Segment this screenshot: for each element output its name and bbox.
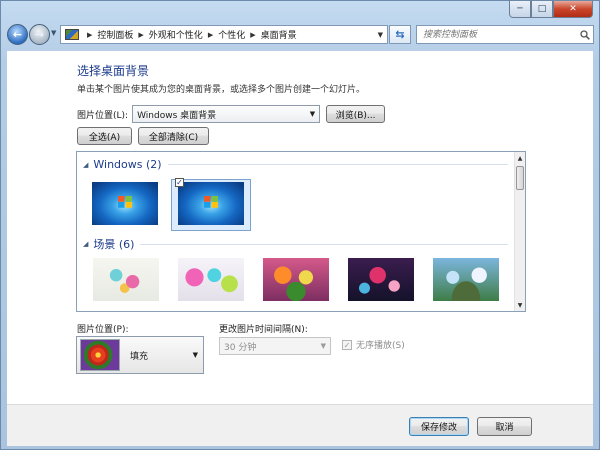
browse-button[interactable]: 浏览(B)... [326,105,386,123]
page-subtitle: 单击某个图片使其成为您的桌面背景，或选择多个图片创建一个幻灯片。 [77,85,366,95]
group-header-windows[interactable]: ◢ Windows (2) [83,158,508,171]
address-bar[interactable]: ▶ 控制面板 ▶ 外观和个性化 ▶ 个性化 ▶ 桌面背景 ▼ [60,25,388,44]
breadcrumb-personalization[interactable]: 个性化 [218,28,245,41]
chevron-down-icon: ▼ [309,110,316,118]
group-divider [140,243,508,245]
windows-logo-icon [118,196,132,208]
navigation-bar: ← → ▼ ▶ 控制面板 ▶ 外观和个性化 ▶ 个性化 ▶ 桌面背景 ▼ ⇆ [5,23,595,47]
footer-bar: 保存修改 取消 [7,404,593,446]
back-arrow-icon: ← [12,28,23,41]
picture-location-select[interactable]: Windows 桌面背景 ▼ [132,105,321,123]
wallpaper-thumbnail-windows-2[interactable] [178,182,244,225]
save-changes-button[interactable]: 保存修改 [409,417,469,436]
shuffle-option[interactable]: ✓ 无序播放(S) [342,338,405,351]
collapse-triangle-icon[interactable]: ◢ [83,240,88,248]
wallpaper-thumbnail-windows-1[interactable] [92,182,158,225]
search-input[interactable] [417,27,577,42]
breadcrumb-control-panel[interactable]: 控制面板 [97,28,133,41]
windows-logo-icon [204,196,218,208]
scrollbar-thumb[interactable] [516,166,524,190]
shuffle-checkbox[interactable]: ✓ [342,339,352,350]
recent-pages-dropdown-icon[interactable]: ▼ [51,29,56,37]
group-title-windows: Windows (2) [93,158,162,171]
breadcrumb-desktop-background[interactable]: 桌面背景 [261,28,297,41]
interval-value: 30 分钟 [224,342,257,353]
interval-select[interactable]: 30 分钟 ▼ [219,337,331,355]
chevron-down-icon: ▼ [320,342,326,350]
thumbnail-checkbox[interactable]: ✓ [175,178,184,187]
close-icon: ✕ [569,4,577,14]
select-all-button[interactable]: 全选(A) [77,127,132,145]
picture-location-label: 图片位置(L): [77,110,129,121]
caption-buttons: ─ □ ✕ [509,1,593,18]
breadcrumb-appearance[interactable]: 外观和个性化 [149,28,203,41]
chevron-down-icon[interactable]: ▼ [378,31,383,39]
refresh-button[interactable]: ⇆ [389,25,411,44]
wallpaper-thumbnail-scene-1[interactable] [93,258,159,301]
minimize-button[interactable]: ─ [509,1,531,18]
chevron-right-icon[interactable]: ▶ [250,31,255,39]
chevron-right-icon[interactable]: ▶ [87,31,92,39]
forward-button[interactable]: → [29,24,50,45]
scroll-up-icon[interactable]: ▲ [515,153,525,163]
control-panel-icon [65,29,79,40]
search-icon[interactable] [577,29,593,40]
wallpaper-thumbnail-scene-5[interactable] [433,258,499,301]
picture-location-value: Windows 桌面背景 [137,110,217,121]
minimize-icon: ─ [517,4,523,14]
chevron-right-icon[interactable]: ▶ [138,31,143,39]
content-pane: 选择桌面背景 单击某个图片使其成为您的桌面背景，或选择多个图片创建一个幻灯片。 … [7,51,593,404]
gallery-scrollbar[interactable]: ▲ ▼ [514,152,525,311]
picture-position-label: 图片位置(P): [77,325,129,335]
group-divider [167,164,508,165]
group-header-scenes[interactable]: ◢ 场景 (6) [83,236,508,252]
page-title: 选择桌面背景 [77,64,150,78]
refresh-icon: ⇆ [395,28,405,41]
window: ─ □ ✕ ← → ▼ ▶ 控制面板 ▶ 外观和个性化 ▶ 个性化 ▶ 桌面背景… [0,0,600,450]
scroll-down-icon[interactable]: ▼ [515,300,525,310]
maximize-icon: □ [537,4,547,14]
back-button[interactable]: ← [7,24,28,45]
close-button[interactable]: ✕ [553,1,593,18]
forward-arrow-icon: → [34,28,45,41]
picture-position-select[interactable]: 填充 ▼ [76,336,204,374]
interval-label: 更改图片时间间隔(N): [219,325,308,335]
search-box [416,25,594,44]
wallpaper-thumbnail-scene-3[interactable] [263,258,329,301]
chevron-right-icon[interactable]: ▶ [208,31,213,39]
cancel-button[interactable]: 取消 [477,417,532,436]
maximize-button[interactable]: □ [531,1,553,18]
chevron-down-icon: ▼ [192,351,198,359]
fill-position-icon [80,339,120,371]
collapse-triangle-icon[interactable]: ◢ [83,161,88,169]
clear-all-button[interactable]: 全部清除(C) [138,127,209,145]
wallpaper-thumbnail-scene-4[interactable] [348,258,414,301]
wallpaper-gallery: ◢ Windows (2) ✓ ◢ 场景 (6) ▲ ▼ [76,151,526,312]
picture-location-row: 图片位置(L): Windows 桌面背景 ▼ 浏览(B)... [77,105,386,123]
picture-position-value: 填充 [130,351,149,362]
wallpaper-thumbnail-scene-2[interactable] [178,258,244,301]
group-title-scenes: 场景 (6) [93,238,135,251]
shuffle-label: 无序播放(S) [356,341,405,351]
